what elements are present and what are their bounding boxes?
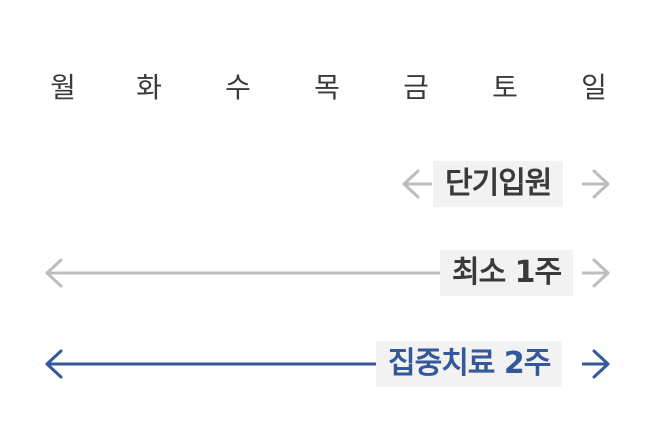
label-min-1-week: 최소 1주 [440, 250, 574, 296]
label-intensive-2-weeks: 집중치료 2주 [376, 341, 563, 387]
label-short-stay: 단기입원 [433, 161, 564, 207]
